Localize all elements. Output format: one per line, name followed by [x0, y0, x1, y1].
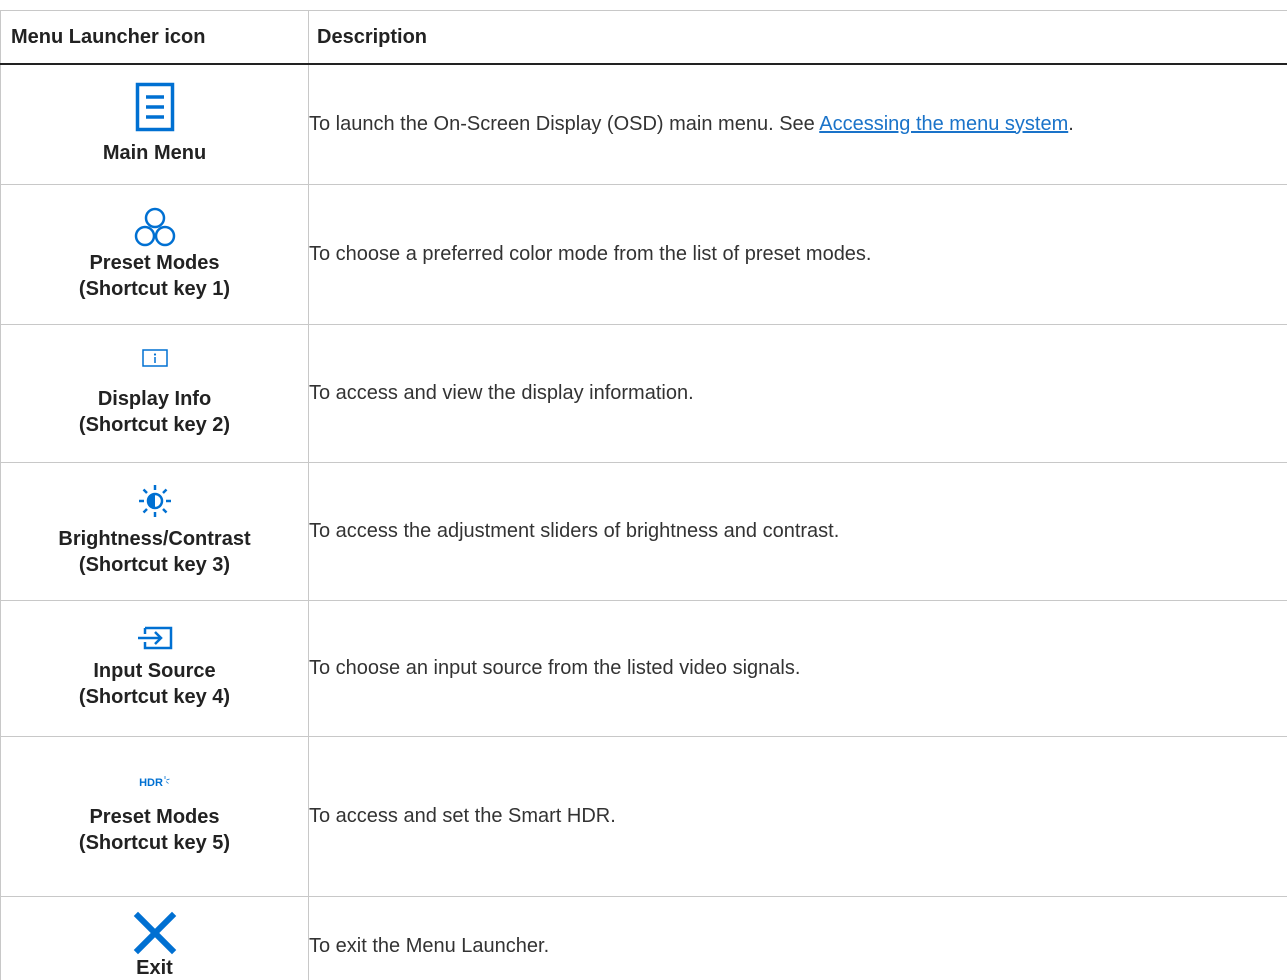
icon-label: Input Source	[93, 660, 216, 682]
table-row-hdr: HDR Preset Modes (Shortcut key 5) To acc…	[0, 735, 1287, 897]
shortcut-label: (Shortcut key 3)	[78, 554, 231, 576]
hdr-icon: HDR	[139, 776, 170, 790]
hdr-sparkle-icon	[164, 776, 170, 784]
description-cell: To choose an input source from the liste…	[308, 599, 1287, 737]
page: Menu Launcher icon Description Main Menu…	[0, 0, 1287, 980]
description-cell: To access and view the display informati…	[308, 323, 1287, 463]
column-header-icon: Menu Launcher icon	[0, 10, 309, 65]
icon-label: Brightness/Contrast	[58, 528, 251, 550]
description-suffix: .	[1068, 112, 1074, 135]
hdr-icon-text: HDR	[139, 777, 163, 789]
icon-cell: Exit	[0, 895, 309, 980]
display-info-icon	[141, 349, 168, 367]
description-cell: To access the adjustment sliders of brig…	[308, 461, 1287, 601]
brightness-contrast-icon	[138, 485, 171, 517]
icon-label: Main Menu	[102, 142, 207, 165]
description-cell: To choose a preferred color mode from th…	[308, 183, 1287, 325]
column-header-description: Description	[308, 10, 1287, 65]
icon-label: Exit	[136, 957, 173, 979]
table-row-main-menu: Main Menu To launch the On-Screen Displa…	[0, 63, 1287, 185]
shortcut-label: (Shortcut key 2)	[78, 414, 231, 436]
description-cell: To launch the On-Screen Display (OSD) ma…	[308, 63, 1287, 185]
icon-cell: HDR Preset Modes (Shortcut key 5)	[0, 735, 309, 897]
description-cell: To access and set the Smart HDR.	[308, 735, 1287, 897]
icon-cell: Input Source (Shortcut key 4)	[0, 599, 309, 737]
icon-cell: Main Menu	[0, 63, 309, 185]
icon-label: Preset Modes	[89, 252, 220, 274]
shortcut-label: (Shortcut key 1)	[78, 278, 231, 300]
table-row-preset-modes: Preset Modes (Shortcut key 1) To choose …	[0, 183, 1287, 325]
icon-cell: Preset Modes (Shortcut key 1)	[0, 183, 309, 325]
icon-label: Preset Modes	[89, 806, 220, 828]
accessing-menu-link[interactable]: Accessing the menu system	[819, 113, 1068, 135]
icon-cell: Brightness/Contrast (Shortcut key 3)	[0, 461, 309, 601]
shortcut-label: (Shortcut key 4)	[78, 686, 231, 708]
table-row-brightness-contrast: Brightness/Contrast (Shortcut key 3) To …	[0, 461, 1287, 601]
icon-label: Display Info	[97, 388, 212, 410]
description-cell: To exit the Menu Launcher.	[308, 895, 1287, 980]
close-icon	[133, 911, 176, 955]
table-header-row: Menu Launcher icon Description	[0, 10, 1287, 65]
input-source-icon	[137, 626, 172, 650]
table-row-exit: Exit To exit the Menu Launcher.	[0, 895, 1287, 980]
shortcut-label: (Shortcut key 5)	[78, 832, 231, 854]
table-row-input-source: Input Source (Shortcut key 4) To choose …	[0, 599, 1287, 737]
preset-modes-icon	[134, 207, 175, 247]
table-row-display-info: Display Info (Shortcut key 2) To access …	[0, 323, 1287, 463]
icon-cell: Display Info (Shortcut key 2)	[0, 323, 309, 463]
main-menu-icon	[135, 83, 174, 132]
menu-launcher-table: Menu Launcher icon Description Main Menu…	[0, 10, 1287, 980]
description-text: To launch the On-Screen Display (OSD) ma…	[309, 112, 820, 135]
